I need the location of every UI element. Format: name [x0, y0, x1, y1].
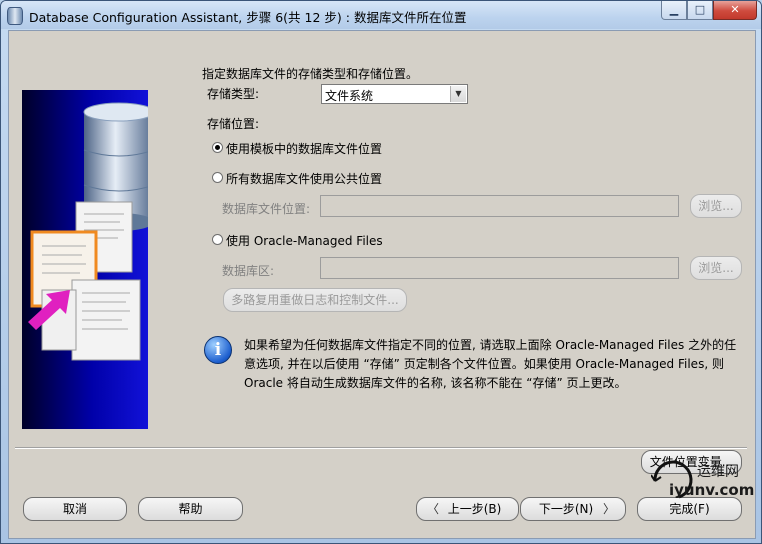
info-message: 如果希望为任何数据库文件指定不同的位置, 请选取上面除 Oracle-Manag… — [244, 338, 737, 390]
back-button[interactable]: 〈 上一步(B) — [416, 497, 519, 521]
window-title: Database Configuration Assistant, 步骤 6(共… — [29, 10, 467, 25]
close-button[interactable]: ✕ — [713, 1, 757, 20]
browse-file-location-button[interactable]: 浏览... — [690, 194, 742, 218]
illustration-panel — [22, 90, 148, 429]
minimize-button[interactable]: ▁ — [661, 1, 687, 20]
browse-db-area-button[interactable]: 浏览... — [690, 256, 742, 280]
next-button[interactable]: 下一步(N) 〉 — [520, 497, 626, 521]
next-button-label: 下一步(N) — [538, 502, 594, 516]
maximize-button[interactable]: □ — [687, 1, 713, 20]
watermark-line1: 运维网 — [697, 464, 739, 480]
storage-type-value: 文件系统 — [325, 89, 374, 103]
db-area-field[interactable] — [320, 257, 679, 279]
db-file-location-label: 数据库文件位置: — [222, 202, 311, 216]
info-icon: i — [204, 336, 232, 364]
title-bar[interactable]: Database Configuration Assistant, 步骤 6(共… — [1, 1, 761, 29]
storage-type-label: 存储类型: — [207, 87, 260, 101]
database-files-illustration — [28, 102, 148, 361]
back-button-label: 上一步(B) — [447, 502, 502, 516]
watermark-line2: iyunv.com — [669, 481, 755, 499]
chevron-left-icon: 〈 — [427, 502, 440, 516]
dbca-window: Database Configuration Assistant, 步骤 6(共… — [0, 0, 762, 544]
multiplex-redo-logs-button[interactable]: 多路复用重做日志和控制文件... — [223, 288, 407, 312]
chevron-down-icon[interactable]: ▼ — [450, 86, 466, 102]
option-oracle-managed-files-label[interactable]: 使用 Oracle-Managed Files — [226, 232, 383, 249]
radio-oracle-managed-files[interactable] — [212, 234, 223, 245]
watermark: 运维网 iyunv.com — [651, 459, 755, 499]
chevron-right-icon: 〉 — [602, 502, 615, 516]
db-file-location-field[interactable] — [320, 195, 679, 217]
option-template-location-label[interactable]: 使用模板中的数据库文件位置 — [226, 140, 382, 157]
help-button[interactable]: 帮助 — [138, 497, 243, 521]
cancel-button[interactable]: 取消 — [23, 497, 127, 521]
option-common-location-label[interactable]: 所有数据库文件使用公共位置 — [226, 170, 382, 187]
footer-divider — [15, 447, 747, 449]
storage-location-label: 存储位置: — [207, 117, 260, 131]
dialog-body: 指定数据库文件的存储类型和存储位置。 存储类型: 文件系统 ▼ 存储位置: 使用… — [8, 30, 756, 539]
intro-text: 指定数据库文件的存储类型和存储位置。 — [202, 67, 419, 81]
caption-buttons: ▁ □ ✕ — [661, 1, 757, 21]
storage-type-select[interactable]: 文件系统 ▼ — [321, 84, 468, 104]
db-area-label: 数据库区: — [222, 264, 275, 278]
database-app-icon — [7, 7, 23, 25]
document-front-icon — [71, 279, 141, 361]
radio-common-location[interactable] — [212, 172, 223, 183]
radio-template-location[interactable] — [212, 142, 223, 153]
